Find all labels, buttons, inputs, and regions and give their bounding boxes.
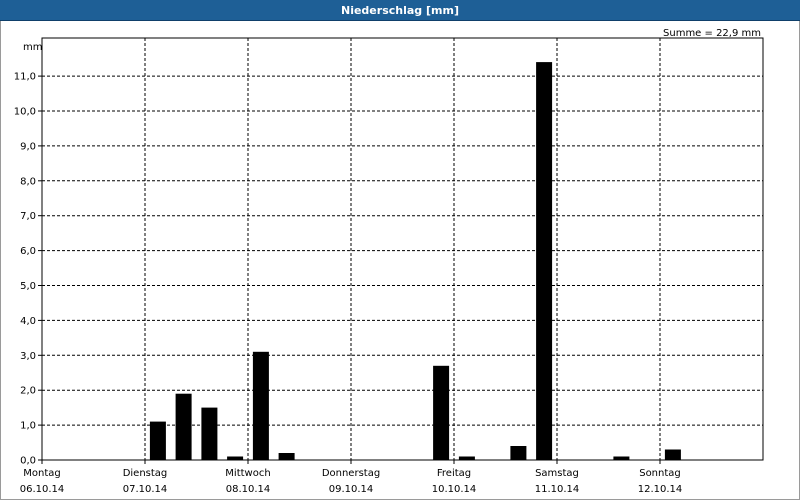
y-tick-label: 7,0	[20, 211, 36, 222]
day-date-label: 08.10.14	[226, 484, 271, 495]
day-name-label: Freitag	[437, 468, 471, 479]
y-tick-label: 2,0	[20, 386, 36, 397]
precipitation-bar	[278, 453, 295, 460]
precipitation-bar	[149, 421, 166, 460]
y-tick-label: 1,0	[20, 421, 36, 432]
precipitation-bar	[458, 456, 475, 460]
y-tick-label: 0,0	[20, 456, 36, 467]
y-tick-label: 8,0	[20, 176, 36, 187]
y-tick-label: 6,0	[20, 246, 36, 257]
day-date-label: 07.10.14	[123, 484, 168, 495]
sum-label: Summe = 22,9 mm	[663, 28, 761, 39]
day-date-label: 10.10.14	[432, 484, 477, 495]
day-date-label: 06.10.14	[20, 484, 65, 495]
chart-frame: mm Summe = 22,9 mm 0,0 1,0 2,0 3,0 4,0 5,0 6,0…	[0, 21, 800, 500]
y-tick-label: 11,0	[14, 72, 36, 83]
day-date-label: 09.10.14	[329, 484, 374, 495]
precipitation-bar	[201, 407, 218, 460]
precipitation-bar	[536, 62, 553, 460]
y-tick-label: 4,0	[20, 316, 36, 327]
precipitation-bar	[433, 365, 450, 460]
precipitation-bar	[510, 446, 527, 460]
day-date-label: 12.10.14	[638, 484, 683, 495]
day-name-label: Dienstag	[123, 468, 168, 479]
y-tick-label: 10,0	[14, 107, 36, 118]
y-axis-unit-label: mm	[23, 42, 42, 53]
precipitation-bar	[664, 449, 681, 460]
chart-title: Niederschlag [mm]	[341, 4, 459, 17]
y-tick-label: 9,0	[20, 141, 36, 152]
day-name-label: Sonntag	[639, 468, 681, 479]
precipitation-bar	[227, 456, 244, 460]
chart-window: Niederschlag [mm] mm Summe = 22,9 mm 0,0…	[0, 0, 800, 500]
day-name-label: Donnerstag	[322, 468, 380, 479]
title-bar: Niederschlag [mm]	[0, 0, 800, 21]
y-tick-label: 5,0	[20, 281, 36, 292]
y-tick-label: 3,0	[20, 351, 36, 362]
day-name-label: Montag	[23, 468, 60, 479]
day-name-label: Samstag	[535, 468, 579, 479]
precipitation-chart: mm Summe = 22,9 mm 0,0 1,0 2,0 3,0 4,0 5,0 6,0…	[14, 28, 764, 495]
precipitation-bar	[252, 351, 269, 460]
precipitation-bar	[613, 456, 630, 460]
day-name-label: Mittwoch	[225, 468, 270, 479]
plot-area	[42, 38, 763, 460]
day-date-label: 11.10.14	[535, 484, 580, 495]
precipitation-bar	[175, 393, 192, 460]
